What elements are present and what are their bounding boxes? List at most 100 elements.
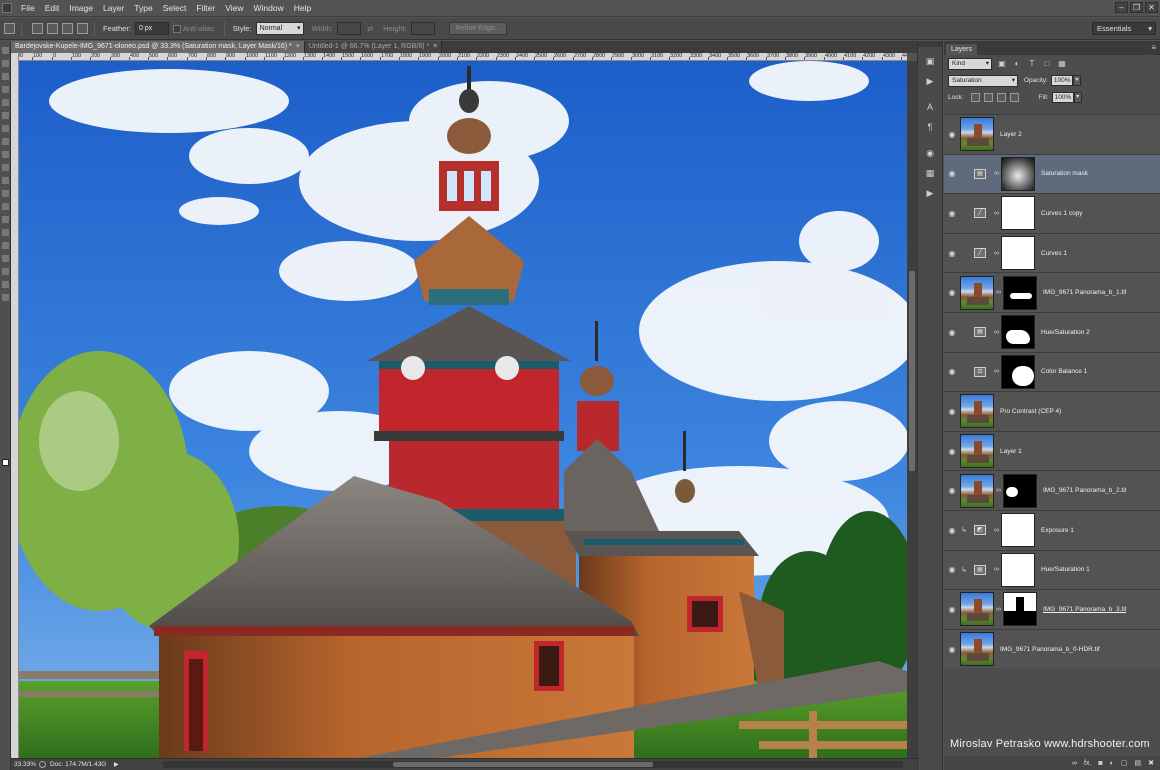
lock-all-icon[interactable]: [1009, 93, 1019, 102]
scroll-thumb[interactable]: [909, 271, 915, 471]
layer-row[interactable]: ◉ IMG_9671 Panorama_b_0-HDR.tif: [944, 628, 1160, 669]
new-selection-icon[interactable]: [32, 23, 43, 34]
layer-thumbnail[interactable]: [960, 473, 994, 508]
visibility-eye-icon[interactable]: ◉: [944, 565, 960, 574]
layer-row[interactable]: ◉ ↳ ▤ ∞ Hue/Saturation 1: [944, 549, 1160, 590]
horizontal-ruler[interactable]: 2001000100200300400500600700800900100011…: [19, 53, 907, 61]
dodge-tool-icon[interactable]: [2, 216, 9, 223]
layer-row[interactable]: ◉ ∞ IMG_9671 Panorama_b_3.tif: [944, 589, 1160, 629]
layer-style-icon[interactable]: fx.: [1084, 760, 1091, 767]
mask-link-icon[interactable]: ∞: [994, 606, 1003, 613]
layer-name[interactable]: IMG_9671 Panorama_b_2.tif: [1043, 487, 1126, 494]
visibility-eye-icon[interactable]: ◉: [944, 328, 960, 337]
adjustment-type-icon[interactable]: ⚖: [974, 366, 986, 377]
layer-name[interactable]: Hue/Saturation 1: [1041, 566, 1090, 573]
menu-select[interactable]: Select: [158, 0, 192, 17]
layer-mask-thumbnail[interactable]: [1001, 156, 1035, 191]
layer-row[interactable]: ◉ ▤ ∞ Saturation mask: [944, 153, 1160, 194]
menu-file[interactable]: File: [16, 0, 40, 17]
crop-tool-icon[interactable]: [2, 99, 9, 106]
panel-menu-icon[interactable]: ≡: [1151, 43, 1156, 52]
minimize-button[interactable]: –: [1115, 2, 1128, 13]
lasso-tool-icon[interactable]: [2, 73, 9, 80]
menu-image[interactable]: Image: [64, 0, 98, 17]
new-group-icon[interactable]: ▢: [1121, 759, 1128, 767]
fill-input[interactable]: 100%: [1051, 92, 1074, 103]
visibility-eye-icon[interactable]: ◉: [944, 288, 960, 297]
close-tab-icon[interactable]: ×: [296, 43, 300, 50]
layer-name[interactable]: Curves 1: [1041, 250, 1067, 257]
visibility-eye-icon[interactable]: ◉: [944, 407, 960, 416]
adjustment-type-icon[interactable]: ╱: [974, 208, 986, 219]
layer-mask-thumbnail[interactable]: [1003, 473, 1037, 508]
visibility-eye-icon[interactable]: ◉: [944, 645, 960, 654]
close-tab-icon[interactable]: ×: [433, 43, 437, 50]
mask-link-icon[interactable]: ∞: [992, 566, 1001, 573]
status-menu-arrow-icon[interactable]: ▶: [114, 761, 119, 768]
opacity-dropdown-icon[interactable]: ▾: [1072, 75, 1081, 86]
layer-row[interactable]: ◉ Layer 1: [944, 430, 1160, 471]
layer-mask-thumbnail[interactable]: [1003, 275, 1037, 310]
blend-mode-select[interactable]: Saturation: [948, 74, 1018, 87]
layer-row[interactable]: ◉ ▤ ∞ Hue/Saturation 2: [944, 311, 1160, 352]
antialias-checkbox[interactable]: [172, 24, 181, 33]
menu-help[interactable]: Help: [289, 0, 316, 17]
mask-link-icon[interactable]: ∞: [992, 329, 1001, 336]
layer-name[interactable]: IMG_9671 Panorama_b_3.tif: [1043, 606, 1126, 613]
eyedropper-tool-icon[interactable]: [2, 112, 9, 119]
visibility-eye-icon[interactable]: ◉: [944, 605, 960, 614]
smart-object-filter-icon[interactable]: ▦: [1057, 59, 1067, 69]
tab-untitled-1[interactable]: Untitled-1 @ 66.7% (Layer 1, RGB/8) * ×: [304, 41, 443, 53]
document-canvas[interactable]: [19, 61, 907, 758]
layer-row[interactable]: ◉ ∞ IMG_9671 Panorama_b_1.tif: [944, 272, 1160, 312]
link-layers-icon[interactable]: ∞: [1072, 760, 1077, 767]
path-select-tool-icon[interactable]: [2, 255, 9, 262]
mask-link-icon[interactable]: ∞: [992, 210, 1001, 217]
vertical-scrollbar[interactable]: [907, 61, 917, 758]
visibility-eye-icon[interactable]: ◉: [944, 249, 960, 258]
layer-thumbnail[interactable]: [960, 632, 994, 667]
visibility-eye-icon[interactable]: ◉: [944, 486, 960, 495]
layer-name[interactable]: Hue/Saturation 2: [1041, 329, 1090, 336]
adjustment-filter-icon[interactable]: ◐: [1012, 59, 1022, 69]
layer-thumbnail[interactable]: [960, 434, 994, 469]
height-input[interactable]: [410, 22, 435, 35]
mask-link-icon[interactable]: ∞: [994, 289, 1003, 296]
paragraph-panel-icon[interactable]: ¶: [923, 121, 937, 133]
menu-view[interactable]: View: [220, 0, 248, 17]
layer-name[interactable]: Curves 1 copy: [1041, 210, 1083, 217]
adjustment-type-icon[interactable]: ▤: [974, 327, 986, 338]
layer-mask-thumbnail[interactable]: [1001, 513, 1035, 548]
layer-thumbnail[interactable]: [960, 394, 994, 429]
adjustment-type-icon[interactable]: ▤: [974, 168, 986, 179]
info-icon[interactable]: [39, 761, 46, 768]
history-panel-icon[interactable]: ▣: [923, 55, 937, 67]
close-window-button[interactable]: ✕: [1145, 2, 1158, 13]
width-input[interactable]: [336, 22, 361, 35]
horizontal-scrollbar[interactable]: [163, 761, 903, 768]
play-panel-icon[interactable]: ▶: [923, 187, 937, 199]
lock-position-icon[interactable]: [996, 93, 1006, 102]
foreground-color-swatch[interactable]: [2, 459, 9, 466]
layer-thumbnail[interactable]: [960, 275, 994, 310]
healing-tool-icon[interactable]: [2, 125, 9, 132]
blur-tool-icon[interactable]: [2, 203, 9, 210]
pixel-filter-icon[interactable]: ▣: [997, 59, 1007, 69]
hand-tool-icon[interactable]: [2, 281, 9, 288]
mask-link-icon[interactable]: ∞: [992, 170, 1001, 177]
layer-row[interactable]: ◉ ╱ ∞ Curves 1: [944, 232, 1160, 273]
visibility-eye-icon[interactable]: ◉: [944, 447, 960, 456]
quick-select-tool-icon[interactable]: [2, 86, 9, 93]
visibility-eye-icon[interactable]: ◉: [944, 209, 960, 218]
layer-row[interactable]: ◉ ╱ ∞ Curves 1 copy: [944, 193, 1160, 233]
brush-tool-icon[interactable]: [2, 138, 9, 145]
layer-mask-thumbnail[interactable]: [1001, 236, 1035, 271]
layer-name[interactable]: Saturation mask: [1041, 170, 1088, 177]
add-mask-icon[interactable]: ◙: [1098, 760, 1102, 767]
gradient-tool-icon[interactable]: [2, 190, 9, 197]
visibility-eye-icon[interactable]: ◉: [944, 367, 960, 376]
refine-edge-button[interactable]: Refine Edge...: [448, 22, 508, 35]
swap-icon[interactable]: ⇄: [367, 24, 373, 33]
add-selection-icon[interactable]: [47, 23, 58, 34]
mask-link-icon[interactable]: ∞: [992, 368, 1001, 375]
